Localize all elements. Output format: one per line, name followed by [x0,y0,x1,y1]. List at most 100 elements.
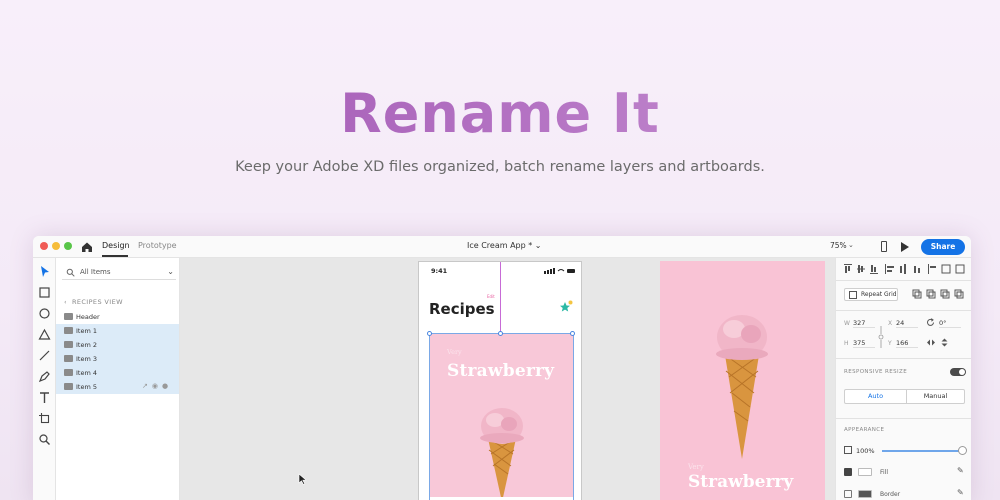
zoom-level[interactable]: 75% [830,241,847,250]
folder-icon [64,355,73,362]
folder-icon [64,369,73,376]
border-checkbox[interactable] [844,490,852,498]
flip-vertical-icon[interactable] [940,338,949,347]
app-artboard[interactable]: 9:41 Edit Recipes Very Strawberry [418,261,582,500]
lock-aspect-icon[interactable] [878,326,884,348]
border-label: Border [880,491,901,498]
section-divider [836,418,971,419]
text-tool-icon[interactable] [38,391,51,404]
folder-icon [64,327,73,334]
opacity-value[interactable]: 100% [856,447,875,455]
polygon-tool-icon[interactable] [38,328,51,341]
width-label: W [844,320,850,327]
resize-handle[interactable] [498,331,503,336]
minimize-window-button[interactable] [52,242,60,250]
artboard-tool-icon[interactable] [38,412,51,425]
x-field[interactable]: 24 [896,319,918,328]
artboard-page-title: Recipes [429,300,495,318]
app-window: Design Prototype Ice Cream App * ⌄ 75% ⌄… [33,236,971,500]
appearance-heading: APPEARANCE [844,427,885,433]
ellipse-tool-icon[interactable] [38,307,51,320]
layer-filter-dropdown[interactable]: All Items ⌄ [62,266,176,280]
photo-title: Strawberry [688,472,794,492]
folder-icon [64,341,73,348]
border-swatch[interactable] [858,490,872,498]
y-field[interactable]: 166 [896,339,918,348]
rectangle-tool-icon[interactable] [38,286,51,299]
layer-row-header[interactable]: Header [56,310,179,324]
layer-label: Item 2 [76,341,97,349]
design-canvas[interactable]: 9:41 Edit Recipes Very Strawberry Very S… [180,258,835,500]
line-tool-icon[interactable] [38,349,51,362]
document-title[interactable]: Ice Cream App * ⌄ [467,241,542,250]
repeat-grid-button[interactable]: Repeat Grid [844,288,898,301]
select-tool-icon[interactable] [38,265,51,278]
chevron-down-icon: ⌄ [167,267,174,276]
rotation-field[interactable]: 0° [939,319,961,328]
layer-row-item-4[interactable]: Item 4 [56,366,179,380]
close-window-button[interactable] [40,242,48,250]
resize-handle[interactable] [570,331,575,336]
share-button[interactable]: Share [921,239,965,255]
selection-box [429,333,574,500]
tool-bar [33,258,56,500]
fill-checkbox[interactable] [844,468,852,476]
flip-horizontal-icon[interactable] [926,338,936,347]
layer-row-actions[interactable]: ↗◉● [142,382,172,390]
layer-label: Item 5 [76,383,97,391]
resize-auto-button[interactable]: Auto [844,389,907,404]
rotate-icon [927,318,934,326]
layer-row-item-5[interactable]: Item 5 ↗◉● [56,380,179,394]
layers-back-link[interactable]: ‹ RECIPES VIEW [64,298,123,306]
folder-icon [64,313,73,320]
mouse-cursor-icon [298,473,307,485]
opacity-slider-thumb[interactable] [958,446,967,455]
search-icon [66,268,75,277]
align-tools-icons[interactable] [842,264,970,274]
eyedropper-icon[interactable]: ✎ [957,466,964,475]
repeat-grid-label: Repeat Grid [861,291,897,298]
device-preview-icon[interactable] [881,241,887,252]
layer-filter-label: All Items [80,268,111,276]
layer-label: Header [76,313,100,321]
section-divider [836,310,971,311]
status-time: 9:41 [431,267,448,275]
zoom-tool-icon[interactable] [38,433,51,446]
chevron-down-icon[interactable]: ⌄ [848,241,854,249]
layer-label: Item 4 [76,369,97,377]
pen-tool-icon[interactable] [38,370,51,383]
layer-row-item-2[interactable]: Item 2 [56,338,179,352]
maximize-window-button[interactable] [64,242,72,250]
grid-icon [849,291,857,299]
opacity-slider-track[interactable] [882,450,962,452]
chevron-left-icon: ‹ [64,298,67,306]
boolean-ops-icons[interactable] [912,289,968,299]
ice-cream-cone-image [716,315,768,459]
section-divider [836,358,971,359]
y-label: Y [888,340,892,347]
layer-row-item-1[interactable]: Item 1 [56,324,179,338]
play-icon[interactable] [901,242,909,252]
layer-row-item-3[interactable]: Item 3 [56,352,179,366]
status-bar-icons [544,268,575,274]
width-field[interactable]: 327 [853,319,875,328]
fill-swatch[interactable] [858,468,872,476]
home-icon[interactable] [80,240,94,254]
active-tab-indicator [102,255,128,257]
responsive-resize-toggle[interactable] [950,368,966,376]
resize-handle[interactable] [427,331,432,336]
layers-panel: All Items ⌄ ‹ RECIPES VIEW Header Item 1… [56,258,180,500]
tab-prototype[interactable]: Prototype [138,241,177,250]
eyedropper-icon[interactable]: ✎ [957,488,964,497]
tab-design[interactable]: Design [102,241,130,250]
star-icon [560,300,573,312]
height-field[interactable]: 375 [853,339,875,348]
hero-subtitle: Keep your Adobe XD files organized, batc… [235,159,765,175]
resize-manual-button[interactable]: Manual [907,389,965,404]
title-bar: Design Prototype Ice Cream App * ⌄ 75% ⌄… [33,236,971,258]
photo-artboard[interactable]: Very Strawberry [660,261,825,500]
photo-kicker: Very [688,463,704,471]
property-inspector: Repeat Grid W 327 X 24 0° H 375 Y 166 RE… [835,258,971,500]
height-label: H [844,340,849,347]
section-divider [836,280,971,281]
